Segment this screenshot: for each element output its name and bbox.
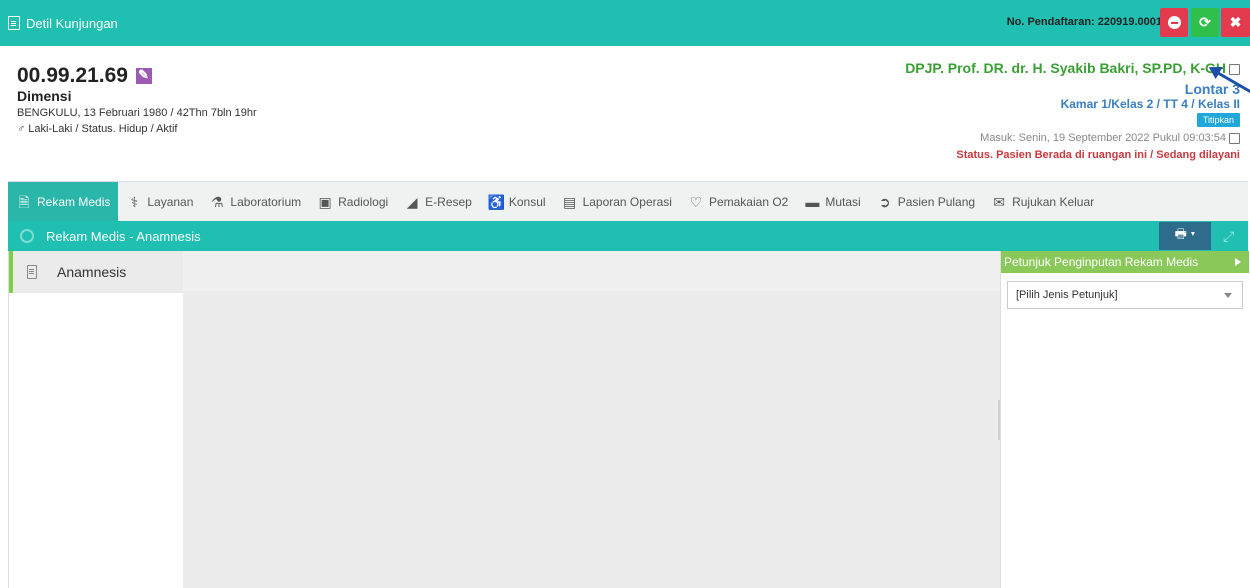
gear-icon bbox=[20, 229, 34, 243]
patient-id-text: 00.99.21.69 bbox=[17, 64, 128, 87]
minus-circle-icon bbox=[1167, 16, 1181, 29]
edit-dpjp-icon[interactable] bbox=[1229, 63, 1240, 75]
tab-konsul[interactable]: ♿ Konsul bbox=[480, 182, 554, 222]
registration-number: No. Pendaftaran: 220919.0001 bbox=[1006, 16, 1162, 28]
admission-time: Masuk: Senin, 19 September 2022 Pukul 09… bbox=[980, 132, 1240, 144]
content-header bbox=[183, 251, 1000, 291]
tab-label: Laporan Operasi bbox=[582, 194, 672, 209]
tab-label: Layanan bbox=[147, 194, 194, 209]
document-icon bbox=[8, 16, 20, 30]
header-title: Detil Kunjungan bbox=[8, 16, 118, 31]
tab-laboratorium[interactable]: ⚗ Laboratorium bbox=[201, 182, 309, 222]
document-icon: 🗎 bbox=[18, 193, 30, 210]
tab-radiologi[interactable]: ▣ Radiologi bbox=[309, 182, 396, 222]
tab-layanan[interactable]: ⚕ Layanan bbox=[118, 182, 201, 222]
tab-rujukan-keluar[interactable]: ✉ Rujukan Keluar bbox=[983, 182, 1102, 222]
tab-rekam-medis[interactable]: 🗎 Rekam Medis bbox=[8, 181, 119, 222]
patient-dob: BENGKULU, 13 Februari 1980 / 42Thn 7bln … bbox=[17, 107, 257, 119]
tab-label: Konsul bbox=[508, 194, 546, 209]
xray-icon: ▣ bbox=[318, 193, 332, 210]
chevron-down-icon bbox=[1224, 293, 1232, 298]
edit-patient-icon[interactable] bbox=[135, 67, 152, 84]
clipboard-icon bbox=[27, 265, 37, 279]
guide-panel-header[interactable]: Petunjuk Penginputan Rekam Medis bbox=[1001, 251, 1249, 273]
tab-mutasi[interactable]: ▬ Mutasi bbox=[796, 182, 868, 222]
sidebar-item-label: Anamnesis bbox=[57, 264, 127, 280]
refresh-button[interactable]: ⟳ bbox=[1191, 8, 1219, 37]
tab-label: Rekam Medis bbox=[37, 194, 111, 209]
patient-name: Dimensi bbox=[17, 88, 72, 104]
top-header-bar: Detil Kunjungan No. Pendaftaran: 220919.… bbox=[0, 0, 1250, 46]
room-class: Kamar 1/Kelas 2 / TT 4 / Kelas II bbox=[1060, 97, 1240, 111]
sidebar-item-anamnesis[interactable]: Anamnesis bbox=[9, 251, 184, 293]
caret-right-icon bbox=[1235, 258, 1241, 266]
tab-label: Laboratorium bbox=[230, 194, 302, 209]
cancel-visit-button[interactable] bbox=[1160, 8, 1188, 37]
header-title-text: Detil Kunjungan bbox=[26, 15, 118, 31]
patient-id: 00.99.21.69 bbox=[17, 64, 152, 88]
tab-label: Rujukan Keluar bbox=[1012, 194, 1095, 209]
guide-type-select[interactable]: [Pilih Jenis Petunjuk] bbox=[1007, 281, 1243, 309]
admission-time-text: Masuk: Senin, 19 September 2022 Pukul 09… bbox=[980, 132, 1226, 144]
tab-label: Pasien Pulang bbox=[897, 194, 976, 209]
dpjp-doctor: DPJP. Prof. DR. dr. H. Syakib Bakri, SP.… bbox=[905, 60, 1240, 76]
guide-panel: Petunjuk Penginputan Rekam Medis [Pilih … bbox=[1000, 251, 1249, 588]
tab-pemakaian-o2[interactable]: ♡ Pemakaian O2 bbox=[680, 182, 796, 222]
titipkan-button[interactable]: Titipkan bbox=[1196, 113, 1240, 127]
patient-status: Status. Pasien Berada di ruangan ini / S… bbox=[956, 149, 1240, 161]
tab-label: Mutasi bbox=[825, 194, 861, 209]
guide-title: Petunjuk Penginputan Rekam Medis bbox=[1004, 255, 1199, 269]
main-tabs: 🗎 Rekam Medis ⚕ Layanan ⚗ Laboratorium ▣ Rad… bbox=[8, 181, 1248, 222]
section-title: Rekam Medis - Anamnesis bbox=[46, 228, 201, 244]
tab-label: Pemakaian O2 bbox=[708, 194, 789, 209]
tab-pasien-pulang[interactable]: ➲ Pasien Pulang bbox=[869, 182, 983, 222]
refresh-icon: ⟳ bbox=[1199, 14, 1211, 30]
close-icon: ✖ bbox=[1229, 14, 1242, 30]
close-button[interactable]: ✖ bbox=[1221, 8, 1250, 37]
tab-e-resep[interactable]: ◢ E-Resep bbox=[396, 182, 480, 222]
content-area bbox=[183, 251, 1000, 588]
print-icon: 🖶 ▾ bbox=[1174, 226, 1196, 241]
doctor-icon: ⚕ bbox=[130, 193, 139, 210]
guide-select-value: [Pilih Jenis Petunjuk] bbox=[1016, 289, 1118, 301]
pill-icon: ◢ bbox=[406, 193, 418, 210]
newspaper-icon: ▤ bbox=[562, 193, 577, 210]
section-header: Rekam Medis - Anamnesis bbox=[8, 221, 1248, 251]
left-sidebar: Anamnesis bbox=[8, 251, 184, 588]
print-button[interactable]: 🖶 ▾ bbox=[1159, 222, 1211, 250]
heart-icon: ♡ bbox=[689, 193, 703, 210]
bed-icon: ▬ bbox=[805, 193, 820, 210]
flask-icon: ⚗ bbox=[211, 193, 224, 210]
tab-laporan-operasi[interactable]: ▤ Laporan Operasi bbox=[554, 182, 680, 222]
dpjp-doctor-text: DPJP. Prof. DR. dr. H. Syakib Bakri, SP.… bbox=[905, 60, 1226, 76]
arrow-circle-icon: ➲ bbox=[878, 193, 891, 210]
edit-admission-icon[interactable] bbox=[1229, 132, 1240, 144]
envelope-icon: ✉ bbox=[993, 193, 1005, 210]
room-name: Lontar 3 bbox=[1184, 81, 1240, 97]
tab-label: Radiologi bbox=[338, 194, 389, 209]
patient-gender-status: ♂ Laki-Laki / Status. Hidup / Aktif bbox=[17, 123, 178, 135]
expand-icon[interactable]: ⤢ bbox=[1223, 228, 1234, 245]
tab-label: E-Resep bbox=[425, 194, 472, 209]
wheelchair-icon: ♿ bbox=[487, 193, 506, 210]
